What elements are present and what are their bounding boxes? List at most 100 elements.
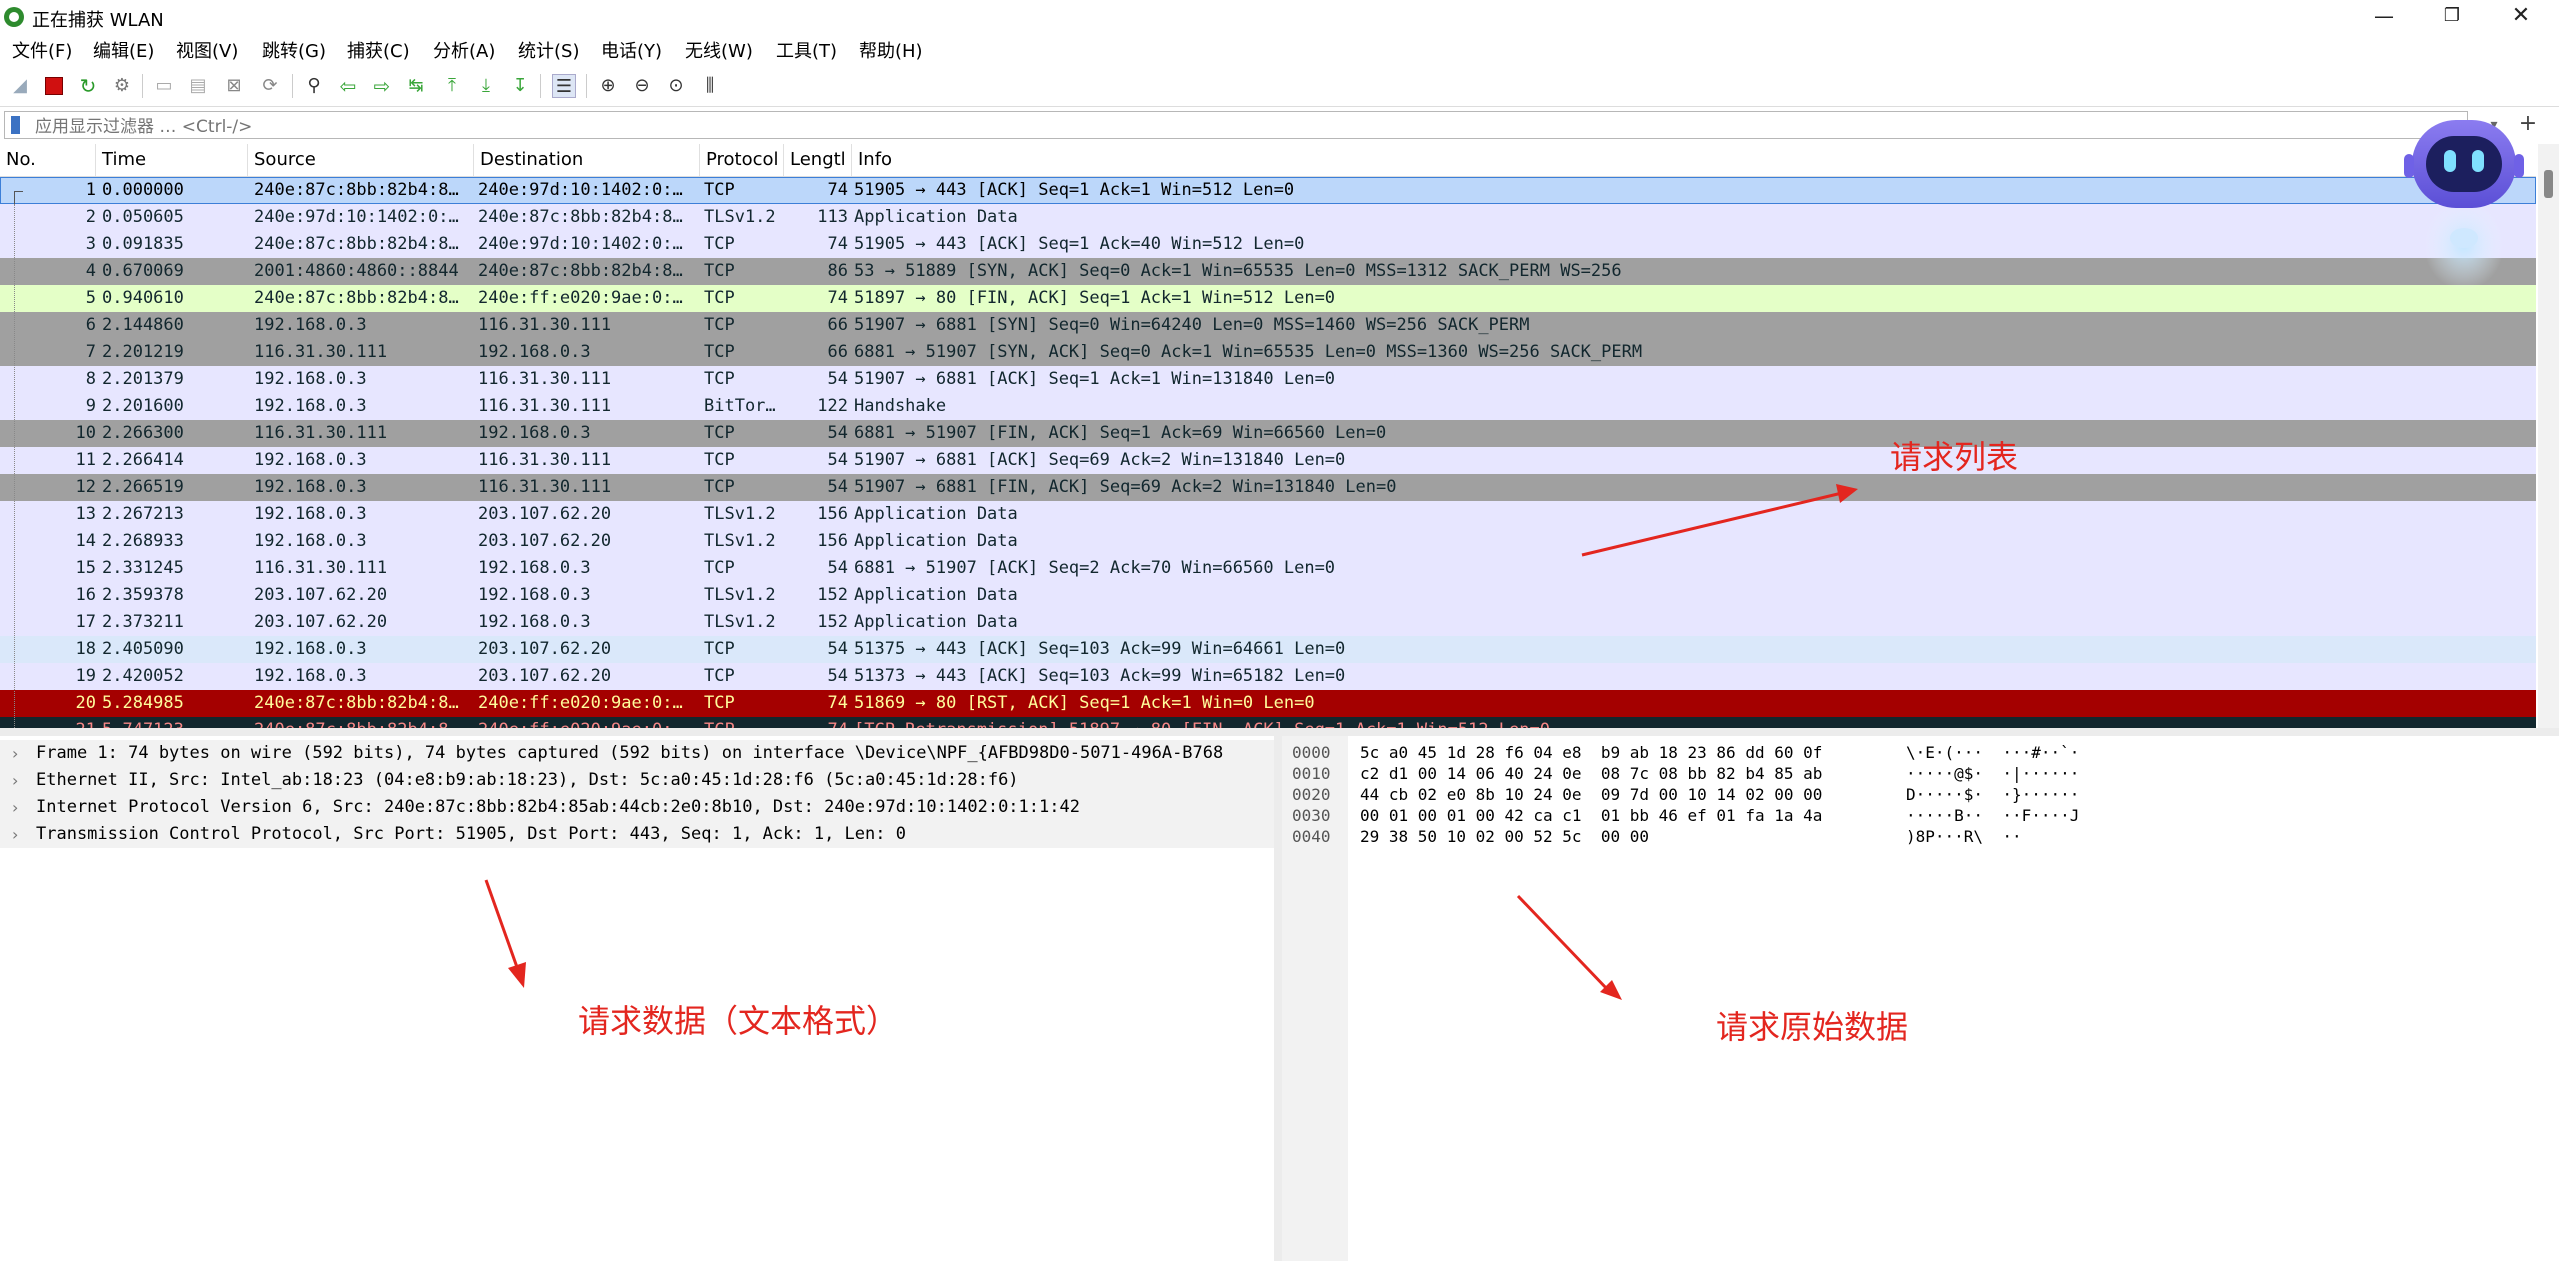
menu-telephony[interactable]: 电话(Y) <box>601 37 662 63</box>
column-header-source[interactable]: Source <box>248 144 474 176</box>
packet-row[interactable]: 1 0.000000 240e:87c:8bb:82b4:8… 240e:97d:10… <box>0 177 2536 204</box>
close-file-icon[interactable]: ⊠ <box>222 74 246 98</box>
packet-row[interactable]: 17 2.373211 203.107.62.20 192.168.0.3 TLSv1.… <box>0 609 2536 636</box>
column-header-protocol[interactable]: Protocol <box>700 144 784 176</box>
bytes-hex[interactable]: 5c a0 45 1d 28 f6 04 e8 b9 ab 18 23 86 d… <box>1360 742 1822 763</box>
chevron-right-icon[interactable]: › <box>12 767 18 794</box>
packet-row[interactable]: 18 2.405090 192.168.0.3 203.107.62.20 TCP 54 5… <box>0 636 2536 663</box>
chevron-right-icon[interactable]: › <box>12 740 18 767</box>
detail-tree-item[interactable]: › Frame 1: 74 bytes on wire (592 bits), 7… <box>0 740 1274 767</box>
packet-row[interactable]: 14 2.268933 192.168.0.3 203.107.62.20 TLSv1.… <box>0 528 2536 555</box>
horizontal-splitter[interactable] <box>0 728 2559 736</box>
menu-help[interactable]: 帮助(H) <box>859 37 923 63</box>
detail-tree-item[interactable]: › Ethernet II, Src: Intel_ab:18:23 (04:e8… <box>0 767 1274 794</box>
packet-row[interactable]: 3 0.091835 240e:87c:8bb:82b4:8… 240e:97d:10… <box>0 231 2536 258</box>
close-icon[interactable]: ✕ <box>2490 0 2552 34</box>
packet-row[interactable]: 16 2.359378 203.107.62.20 192.168.0.3 TLSv1.… <box>0 582 2536 609</box>
assistant-robot-icon[interactable] <box>2404 110 2524 300</box>
packet-source: 240e:87c:8bb:82b4:8… <box>254 234 459 254</box>
normal-size-icon[interactable]: ⊙ <box>664 74 688 98</box>
bytes-hex[interactable]: 00 01 00 01 00 42 ca c1 01 bb 46 ef 01 f… <box>1360 805 1822 826</box>
column-header-length[interactable]: Lengtl <box>784 144 852 176</box>
resize-columns-icon[interactable]: ⫼ <box>698 74 722 98</box>
menu-go[interactable]: 跳转(G) <box>262 37 326 63</box>
packet-protocol: TCP <box>704 180 735 200</box>
menu-statistics[interactable]: 统计(S) <box>518 37 579 63</box>
chevron-right-icon[interactable]: › <box>12 794 18 821</box>
zoom-out-icon[interactable]: ⊖ <box>630 74 654 98</box>
menu-capture[interactable]: 捕获(C) <box>347 37 410 63</box>
bytes-hex[interactable]: 29 38 50 10 02 00 52 5c 00 00 <box>1360 826 1649 847</box>
display-filter-input[interactable] <box>4 111 2468 139</box>
open-file-icon[interactable]: ▭ <box>152 74 176 98</box>
go-back-icon[interactable]: ⇦ <box>336 74 360 98</box>
packet-row[interactable]: 13 2.267213 192.168.0.3 203.107.62.20 TLSv1.… <box>0 501 2536 528</box>
packet-source: 192.168.0.3 <box>254 396 367 416</box>
restore-icon[interactable]: ❐ <box>2421 0 2483 34</box>
restart-capture-icon[interactable]: ↻ <box>76 74 100 98</box>
packet-row[interactable]: 20 5.284985 240e:87c:8bb:82b4:8… 240e:ff:e0… <box>0 690 2536 717</box>
scrollbar-thumb[interactable] <box>2544 170 2553 198</box>
packet-row[interactable]: 2 0.050605 240e:97d:10:1402:0:… 240e:87c:8b… <box>0 204 2536 231</box>
save-file-icon[interactable]: ▤ <box>186 74 210 98</box>
menu-edit[interactable]: 编辑(E) <box>93 37 154 63</box>
column-header-info[interactable]: Info <box>852 144 2536 176</box>
packet-row[interactable]: 6 2.144860 192.168.0.3 116.31.30.111 TCP 66 51… <box>0 312 2536 339</box>
chevron-right-icon[interactable]: › <box>12 821 18 848</box>
packet-info: Application Data <box>854 207 1018 227</box>
vertical-splitter[interactable] <box>1274 736 1282 1261</box>
annotation-request-text-data: 请求数据（文本格式） <box>578 1002 899 1040</box>
packet-row[interactable]: 8 2.201379 192.168.0.3 116.31.30.111 TCP 54 51… <box>0 366 2536 393</box>
packet-length: 122 <box>817 396 848 416</box>
bytes-ascii[interactable]: D·····$· ·}······ <box>1906 784 2079 805</box>
packet-protocol: TCP <box>704 450 735 470</box>
packet-row[interactable]: 5 0.940610 240e:87c:8bb:82b4:8… 240e:ff:e02… <box>0 285 2536 312</box>
packet-row[interactable]: 4 0.670069 2001:4860:4860::8844 240e:87c:8b… <box>0 258 2536 285</box>
auto-scroll-icon[interactable]: ↧ <box>508 74 532 98</box>
packet-row[interactable]: 19 2.420052 192.168.0.3 203.107.62.20 TCP 54 5… <box>0 663 2536 690</box>
menu-tools[interactable]: 工具(T) <box>776 37 837 63</box>
menu-analyze[interactable]: 分析(A) <box>433 37 495 63</box>
shark-fin-start-icon[interactable]: ◢ <box>8 74 32 98</box>
packet-protocol: TCP <box>704 234 735 254</box>
bytes-ascii[interactable]: \·E·(··· ···#··`· <box>1906 742 2079 763</box>
menu-view[interactable]: 视图(V) <box>176 37 238 63</box>
packet-destination: 240e:ff:e020:9ae:0:… <box>478 717 700 728</box>
packet-row[interactable]: 7 2.201219 116.31.30.111 192.168.0.3 TCP 66 68… <box>0 339 2536 366</box>
detail-tree-item[interactable]: › Transmission Control Protocol, Src Port… <box>0 821 1274 848</box>
find-packet-icon[interactable]: ⚲ <box>302 74 326 98</box>
stop-capture-icon[interactable] <box>42 74 66 98</box>
zoom-in-icon[interactable]: ⊕ <box>596 74 620 98</box>
packet-row[interactable]: 15 2.331245 116.31.30.111 192.168.0.3 TCP 54 6… <box>0 555 2536 582</box>
column-header-no[interactable]: No. <box>0 144 96 176</box>
packet-list-scrollbar[interactable] <box>2538 144 2559 728</box>
column-header-destination[interactable]: Destination <box>474 144 700 176</box>
packet-source: 192.168.0.3 <box>254 315 367 335</box>
packet-row[interactable]: 215.747123240e:87c:8bb:82b4:8…240e:ff:e0… <box>0 717 2536 728</box>
first-packet-icon[interactable]: ⤒ <box>440 74 464 98</box>
packet-row[interactable]: 12 2.266519 192.168.0.3 116.31.30.111 TCP 54 5… <box>0 474 2536 501</box>
packet-info: 6881 → 51907 [ACK] Seq=2 Ack=70 Win=6656… <box>854 558 1336 578</box>
last-packet-icon[interactable]: ⤓ <box>474 74 498 98</box>
packet-row[interactable]: 11 2.266414 192.168.0.3 116.31.30.111 TCP 54 5… <box>0 447 2536 474</box>
minimize-icon[interactable]: — <box>2353 0 2415 34</box>
packet-list[interactable]: 1 0.000000 240e:87c:8bb:82b4:8… 240e:97d:10… <box>0 177 2536 728</box>
bytes-hex[interactable]: c2 d1 00 14 06 40 24 0e 08 7c 08 bb 82 b… <box>1360 763 1822 784</box>
go-to-packet-icon[interactable]: ↹ <box>404 74 428 98</box>
capture-options-icon[interactable]: ⚙ <box>110 74 134 98</box>
colorize-icon[interactable]: ☰ <box>552 74 576 98</box>
bookmark-icon[interactable] <box>11 116 20 134</box>
packet-row[interactable]: 9 2.201600 192.168.0.3 116.31.30.111 BitTor…… <box>0 393 2536 420</box>
packet-protocol: TCP <box>704 342 735 362</box>
bytes-ascii[interactable]: ·····@$· ·|······ <box>1906 763 2079 784</box>
bytes-ascii[interactable]: )8P···R\ ·· <box>1906 826 2022 847</box>
detail-tree-item[interactable]: › Internet Protocol Version 6, Src: 240e:… <box>0 794 1274 821</box>
bytes-hex[interactable]: 44 cb 02 e0 8b 10 24 0e 09 7d 00 10 14 0… <box>1360 784 1822 805</box>
bytes-ascii[interactable]: ·····B·· ··F····J <box>1906 805 2079 826</box>
column-header-time[interactable]: Time <box>96 144 248 176</box>
go-forward-icon[interactable]: ⇨ <box>370 74 394 98</box>
menu-file[interactable]: 文件(F) <box>12 37 72 63</box>
menu-wireless[interactable]: 无线(W) <box>685 37 753 63</box>
reload-icon[interactable]: ⟳ <box>258 74 282 98</box>
packet-row[interactable]: 10 2.266300 116.31.30.111 192.168.0.3 TCP 54 6… <box>0 420 2536 447</box>
